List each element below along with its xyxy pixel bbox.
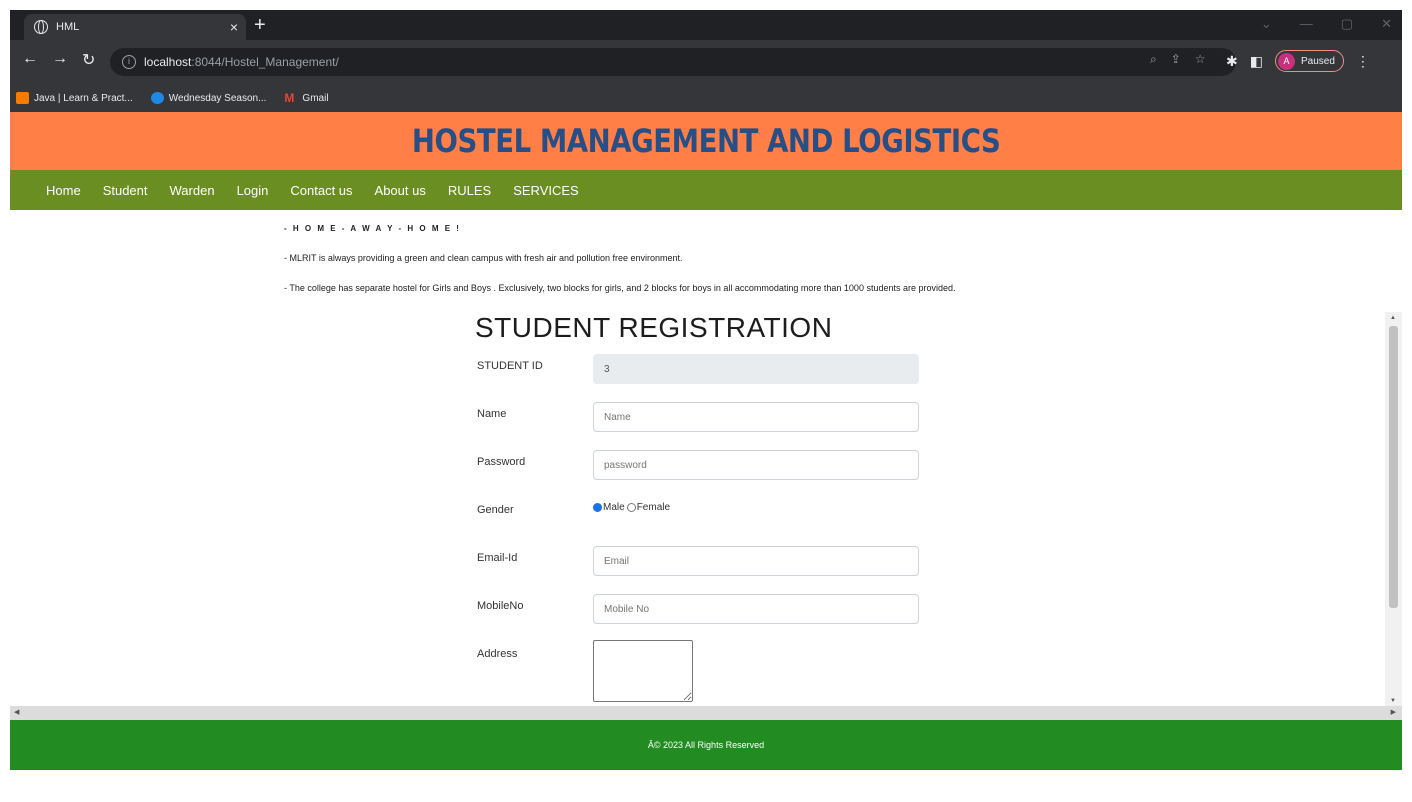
new-tab-button[interactable]: + — [254, 15, 266, 35]
restore-icon[interactable]: ▢ — [1341, 16, 1353, 32]
name-input[interactable] — [593, 402, 919, 432]
nav-services[interactable]: SERVICES — [513, 183, 579, 198]
profile-status: Paused — [1300, 55, 1335, 67]
copyright-text: Â© 2023 All Rights Reserved — [647, 740, 765, 750]
scroll-up-arrow-icon[interactable]: ▲ — [1390, 315, 1396, 321]
form-title: STUDENT REGISTRATION — [475, 312, 833, 343]
name-label: Name — [477, 408, 507, 420]
forward-arrow-icon[interactable]: → — [52, 50, 68, 68]
window-controls: ⌄ — ▢ ✕ — [1261, 16, 1392, 32]
scroll-down-arrow-icon[interactable]: ▼ — [1390, 698, 1396, 704]
back-arrow-icon[interactable]: ← — [22, 50, 38, 68]
gender-row: Gender Male Female — [475, 496, 935, 544]
password-row: Password — [475, 448, 935, 496]
gender-label: Gender — [477, 504, 514, 516]
address-row: Address — [475, 640, 935, 702]
male-label: Male — [603, 502, 625, 513]
url-path: :8044/Hostel_Management/ — [191, 55, 339, 69]
info-icon[interactable]: i — [122, 55, 136, 69]
scrollbar-thumb[interactable] — [1389, 326, 1398, 608]
java-favicon-icon — [16, 92, 29, 104]
intro-section: - H O M E - A W A Y - H O M E ! - MLRIT … — [284, 224, 956, 313]
bookmark-wednesday[interactable]: Wednesday Season... — [150, 92, 267, 104]
intro-line-hostels: - The college has separate hostel for Gi… — [284, 283, 956, 293]
nav-student[interactable]: Student — [103, 183, 148, 198]
site-footer: Â© 2023 All Rights Reserved — [10, 720, 1402, 770]
student-id-field — [593, 354, 919, 384]
profile-button[interactable]: A Paused — [1274, 50, 1344, 72]
email-label: Email-Id — [477, 552, 518, 564]
tagline: - H O M E - A W A Y - H O M E ! — [284, 224, 461, 233]
browser-tab[interactable]: HML × — [24, 14, 246, 40]
registration-form: STUDENT REGISTRATION STUDENT ID Name Pas… — [475, 312, 935, 702]
address-label: Address — [477, 648, 518, 660]
scroll-right-arrow-icon[interactable]: ▶ — [1391, 708, 1396, 716]
chevron-down-icon[interactable]: ⌄ — [1261, 16, 1272, 32]
address-bar[interactable]: i localhost :8044/Hostel_Management/ — [110, 48, 1236, 76]
web-page: HOSTEL MANAGEMENT AND LOGISTICS Home Stu… — [10, 112, 1402, 802]
bookmark-java[interactable]: Java | Learn & Pract... — [16, 92, 133, 104]
zoom-icon[interactable]: ⌕ — [1150, 52, 1157, 67]
email-input[interactable] — [593, 546, 919, 576]
address-textarea[interactable] — [593, 640, 693, 702]
browser-tab-strip: HML × + ⌄ — ▢ ✕ — [10, 10, 1402, 40]
password-label: Password — [477, 456, 526, 468]
globe-icon — [34, 20, 48, 34]
url-host: localhost — [144, 55, 192, 69]
nav-warden[interactable]: Warden — [170, 183, 215, 198]
horizontal-scrollbar[interactable]: ◀ ▶ — [10, 706, 1402, 720]
nav-home[interactable]: Home — [46, 183, 81, 198]
gender-options: Male Female — [593, 502, 670, 513]
window-left-edge — [0, 0, 10, 802]
site-title: HOSTEL MANAGEMENT AND LOGISTICS — [411, 122, 1001, 160]
female-radio[interactable] — [626, 503, 636, 512]
nav-rules[interactable]: RULES — [448, 183, 491, 198]
kebab-menu-icon[interactable]: ⋮ — [1356, 53, 1370, 70]
email-row: Email-Id — [475, 544, 935, 592]
play-favicon-icon — [150, 92, 164, 104]
mobile-row: MobileNo — [475, 592, 935, 640]
nav-contact-us[interactable]: Contact us — [290, 183, 352, 198]
star-icon[interactable]: ☆ — [1195, 52, 1206, 67]
extension-area: ✱ ◧ A Paused ⋮ — [1226, 50, 1370, 72]
share-icon[interactable]: ⇪ — [1171, 52, 1181, 67]
student-id-label: STUDENT ID — [477, 360, 543, 372]
mobile-input[interactable] — [593, 594, 919, 624]
site-banner: HOSTEL MANAGEMENT AND LOGISTICS — [10, 112, 1402, 170]
bookmark-label: Java | Learn & Pract... — [34, 92, 133, 104]
bookmark-gmail[interactable]: M Gmail — [284, 92, 328, 104]
puzzle-icon[interactable]: ✱ — [1226, 53, 1238, 70]
intro-line-campus: - MLRIT is always providing a green and … — [284, 253, 683, 263]
reload-icon[interactable]: ↻ — [82, 50, 95, 70]
bookmark-label: Gmail — [302, 92, 329, 104]
close-icon[interactable]: ✕ — [1381, 16, 1392, 32]
male-radio[interactable] — [593, 503, 602, 512]
main-nav: Home Student Warden Login Contact us Abo… — [10, 170, 1402, 210]
avatar: A — [1277, 52, 1295, 70]
female-label: Female — [636, 502, 671, 513]
side-panel-icon[interactable]: ◧ — [1250, 53, 1263, 70]
omnibox-actions: ⌕ ⇪ ☆ — [1150, 52, 1206, 67]
browser-toolbar: ← → ↻ i localhost :8044/Hostel_Managemen… — [10, 40, 1402, 84]
name-row: Name — [475, 400, 935, 448]
password-input[interactable] — [593, 450, 919, 480]
mobile-label: MobileNo — [477, 600, 524, 612]
gmail-icon: M — [284, 91, 295, 105]
nav-about-us[interactable]: About us — [375, 183, 426, 198]
tab-title: HML — [56, 21, 80, 33]
minimize-icon[interactable]: — — [1300, 16, 1313, 32]
nav-login[interactable]: Login — [237, 183, 269, 198]
bookmarks-bar: Java | Learn & Pract... Wednesday Season… — [10, 84, 1402, 112]
vertical-scrollbar[interactable]: ▲ ▼ — [1385, 312, 1402, 706]
student-id-row: STUDENT ID — [475, 352, 935, 400]
bookmark-label: Wednesday Season... — [168, 92, 267, 104]
tab-close-icon[interactable]: × — [222, 19, 246, 35]
scroll-left-arrow-icon[interactable]: ◀ — [14, 708, 19, 716]
